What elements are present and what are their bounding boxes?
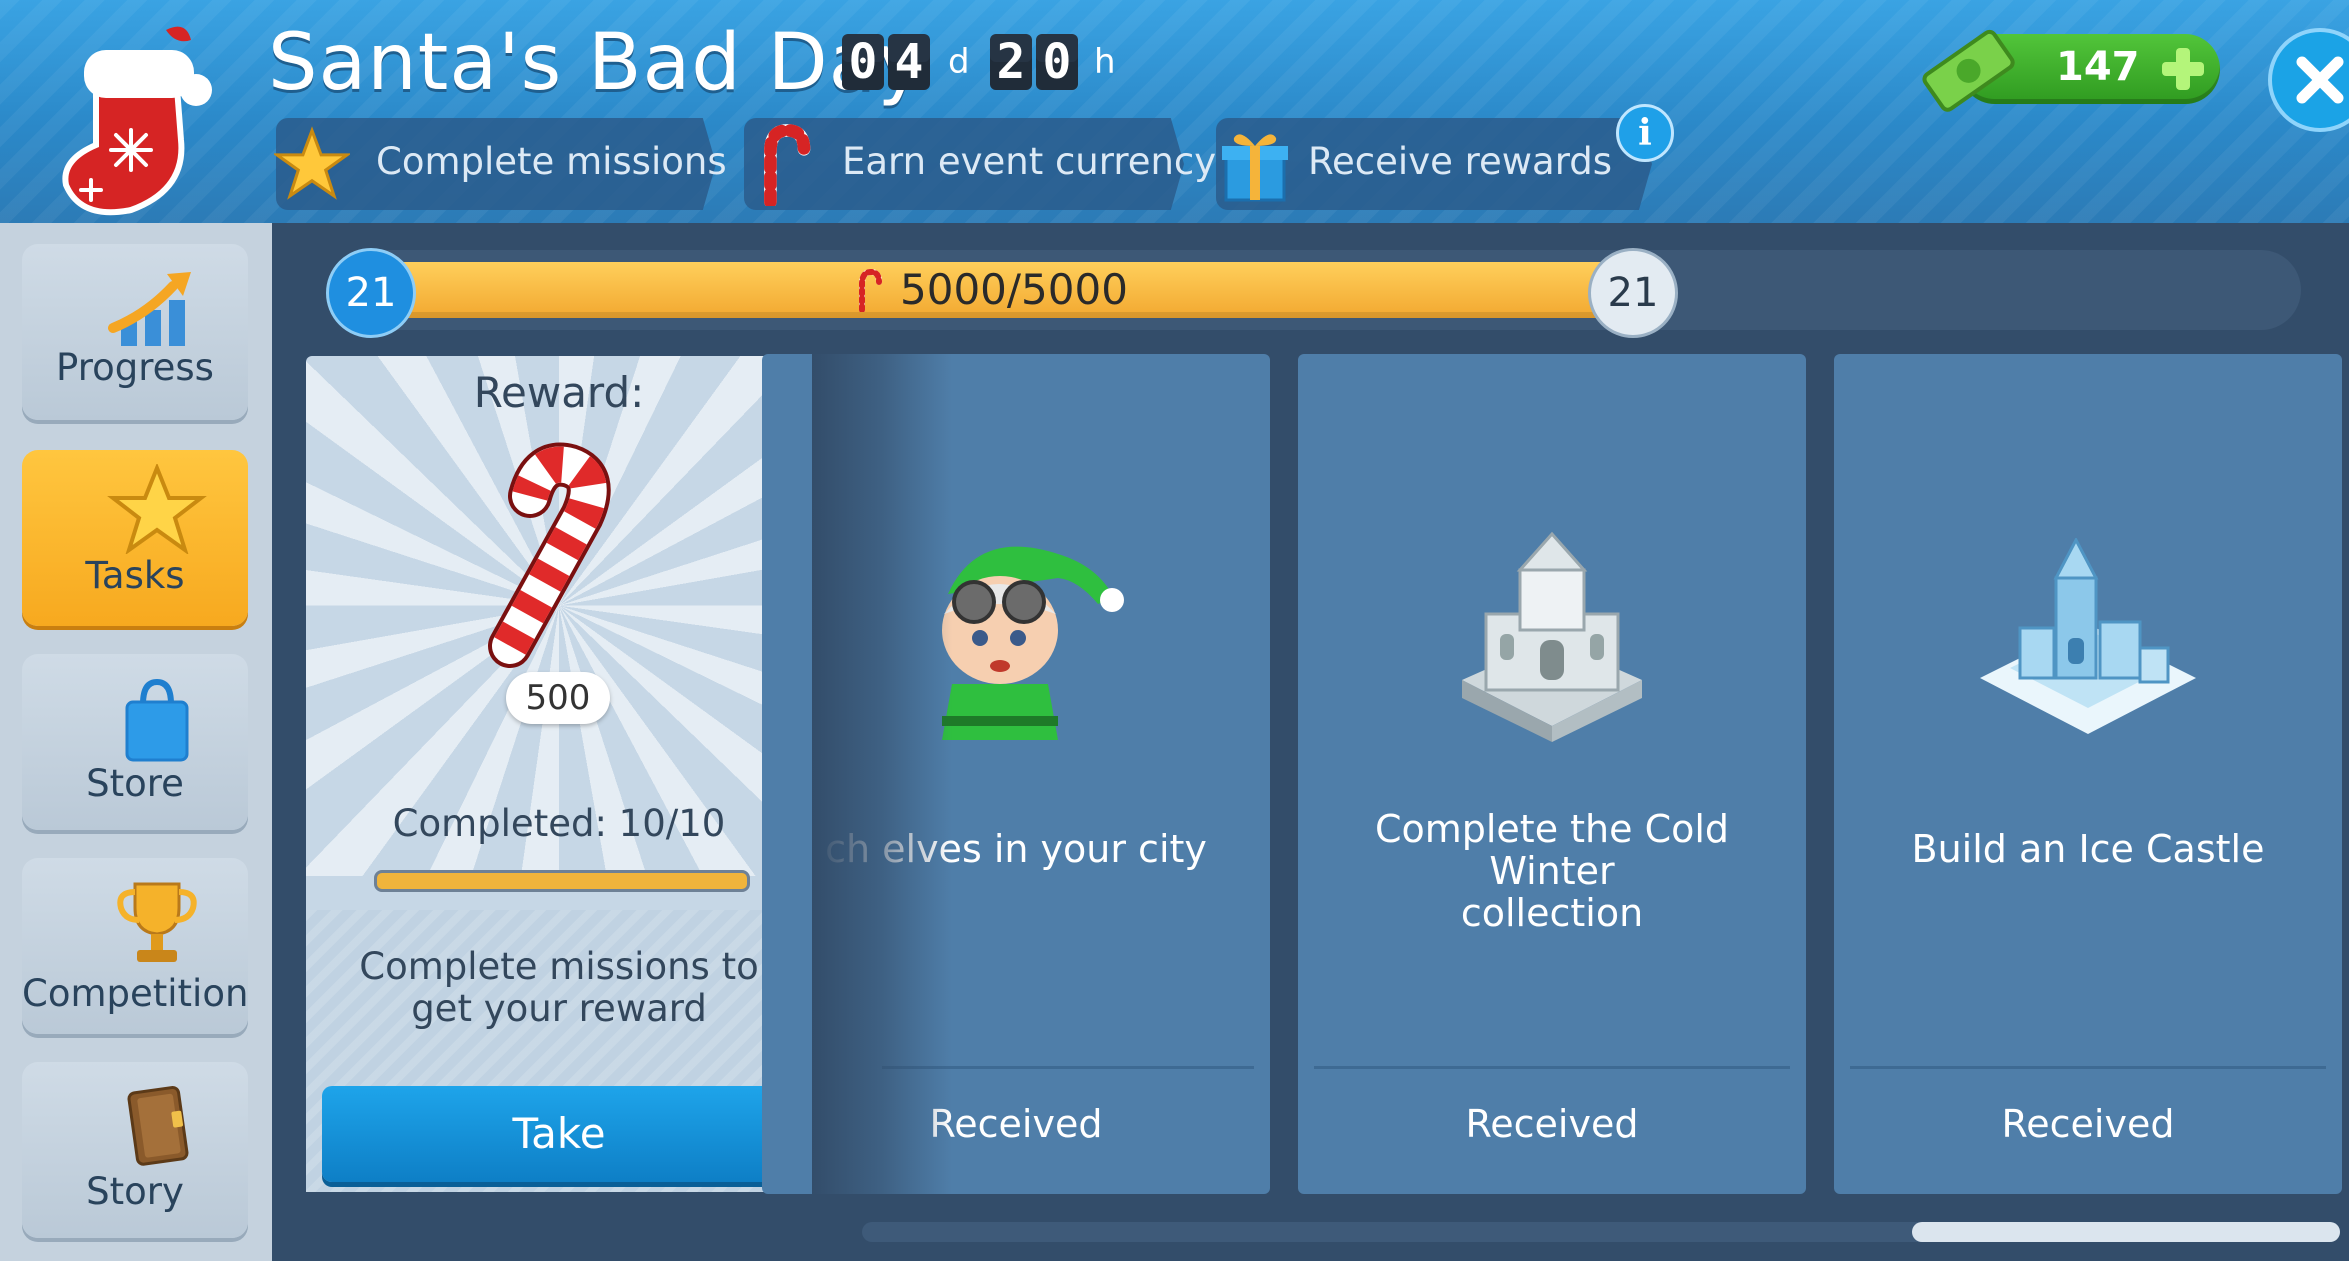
- task-title: Build an Ice Castle: [1911, 827, 2265, 871]
- info-button[interactable]: i: [1616, 104, 1674, 162]
- star-icon: [274, 126, 350, 200]
- next-level-badge: 21: [1588, 248, 1678, 338]
- timer-digit: 2: [990, 34, 1032, 90]
- add-currency-button[interactable]: [2158, 44, 2208, 94]
- shopping-bag-icon: [125, 678, 189, 762]
- task-title: Complete the Cold Winter collection: [1374, 807, 1730, 935]
- trophy-icon: [117, 882, 197, 962]
- task-divider: [1314, 1066, 1790, 1069]
- task-divider: [1850, 1066, 2326, 1069]
- scrollbar-thumb[interactable]: [1912, 1222, 2340, 1242]
- step-label: Complete missions: [376, 140, 727, 183]
- candy-cane-icon: [488, 442, 611, 668]
- sidebar-item-progress[interactable]: Progress: [22, 244, 248, 420]
- reward-amount-badge: 500: [506, 672, 610, 724]
- progress-text: 5000/5000: [900, 265, 1128, 314]
- completed-label: Completed: 10/10: [392, 802, 726, 845]
- reward-description: Complete missions to get your reward: [359, 945, 759, 1030]
- task-status: Received: [1465, 1102, 1639, 1146]
- scroll-fade: [812, 354, 952, 1194]
- reward-title: Reward:: [473, 368, 645, 417]
- close-icon: [2296, 56, 2344, 104]
- sidebar-item-label: Competition: [22, 972, 249, 1015]
- timer-hour-unit: h: [1094, 42, 1116, 82]
- cash-icon: [1922, 29, 2015, 112]
- gift-icon: [1222, 134, 1288, 202]
- sidebar-item-label: Tasks: [85, 554, 185, 597]
- ice-tower-icon: [1462, 531, 1642, 742]
- step-label: Earn event currency: [842, 140, 1217, 183]
- candy-cane-icon: [859, 268, 882, 312]
- task-card-ice-castle: Build an Ice Castle Received: [1834, 354, 2342, 1194]
- sidebar-item-label: Story: [86, 1170, 184, 1213]
- sidebar-item-label: Store: [86, 762, 184, 805]
- task-card-cold-winter: Complete the Cold Winter collection Rece…: [1298, 354, 1806, 1194]
- progress-chart-icon: [108, 272, 191, 346]
- timer-day-unit: d: [948, 42, 970, 82]
- candy-cane-icon: [764, 124, 811, 206]
- timer-digit: 0: [1036, 34, 1078, 90]
- timer-digit: 0: [842, 34, 884, 90]
- task-status: Received: [2001, 1102, 2175, 1146]
- christmas-stocking-icon: [62, 26, 212, 216]
- currency-value: 147: [2056, 44, 2140, 90]
- current-level-badge: 21: [326, 248, 416, 338]
- step-label: Receive rewards: [1308, 140, 1613, 183]
- star-icon: [107, 464, 207, 554]
- sidebar-item-label: Progress: [56, 346, 214, 389]
- completed-progress-bar: [374, 870, 750, 892]
- sidebar-item-store[interactable]: Store: [22, 654, 248, 830]
- sidebar-item-competition[interactable]: Competition: [22, 858, 248, 1034]
- ice-castle-icon: [1980, 538, 2196, 734]
- sidebar-item-story[interactable]: Story: [22, 1062, 248, 1238]
- timer-digit: 4: [888, 34, 930, 90]
- book-icon: [127, 1086, 189, 1166]
- take-button[interactable]: Take: [322, 1086, 796, 1182]
- event-title: Santa's Bad Day: [268, 18, 925, 108]
- sidebar-item-tasks[interactable]: Tasks: [22, 450, 248, 626]
